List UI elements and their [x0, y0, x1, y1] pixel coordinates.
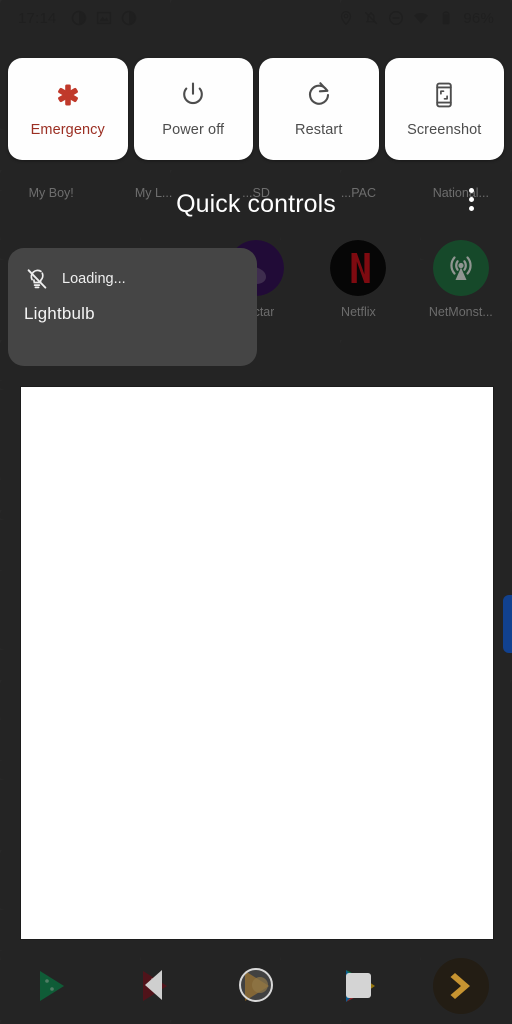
power-menu-actions: Emergency Power off Restart Screenshot: [8, 58, 504, 160]
status-bar: 17:14 96%: [0, 0, 512, 36]
home-app-netflix[interactable]: Netflix: [307, 240, 409, 350]
screenshot-icon: [429, 80, 459, 110]
emergency-button[interactable]: Emergency: [8, 58, 128, 160]
netflix-icon: [330, 240, 387, 296]
status-bar-left: 17:14: [18, 10, 137, 27]
recents-button[interactable]: [307, 972, 409, 998]
clock: 17:14: [18, 9, 57, 27]
app-notification-icon: [71, 10, 87, 26]
edge-scroll-indicator[interactable]: [503, 595, 512, 653]
status-bar-right: 96%: [338, 10, 494, 27]
quick-controls-header: Quick controls: [0, 182, 512, 226]
overflow-dot: [468, 187, 474, 193]
more-vertical-icon[interactable]: [459, 184, 483, 214]
power-icon: [178, 80, 208, 110]
control-tile-lightbulb[interactable]: Loading... Lightbulb: [8, 248, 257, 366]
lightbulb-off-icon: [24, 266, 50, 292]
quick-controls-title: Quick controls: [176, 189, 336, 218]
wifi-icon: [413, 10, 429, 26]
netmonster-icon: [432, 240, 489, 296]
power-off-button[interactable]: Power off: [133, 58, 253, 160]
screenshot-button[interactable]: Screenshot: [384, 58, 504, 160]
home-app-label: Netflix: [341, 305, 376, 319]
home-icon: [239, 968, 274, 1002]
restart-label: Restart: [295, 122, 343, 138]
location-icon: [338, 10, 354, 26]
power-off-label: Power off: [162, 122, 225, 138]
restart-icon: [304, 80, 334, 110]
home-button[interactable]: [205, 968, 307, 1002]
battery-icon: [438, 10, 454, 26]
battery-percent: 96%: [463, 9, 494, 27]
emergency-label: Emergency: [30, 122, 105, 138]
do-not-disturb-icon: [388, 10, 404, 26]
notifications-muted-icon: [363, 10, 379, 26]
recents-icon: [345, 972, 371, 998]
home-app-netmonster[interactable]: NetMonst...: [410, 240, 512, 350]
control-tile-status: Loading...: [62, 271, 126, 287]
overflow-dot: [468, 196, 474, 202]
control-tile-name: Lightbulb: [24, 304, 95, 323]
restart-button[interactable]: Restart: [259, 58, 379, 160]
overflow-dot: [468, 205, 474, 211]
control-tile-header: Loading...: [24, 266, 241, 292]
app-notification-icon-2: [121, 10, 137, 26]
screenshot-label: Screenshot: [407, 122, 482, 138]
star-of-life-icon: [53, 80, 83, 110]
back-icon: [145, 970, 163, 1000]
back-button[interactable]: [102, 970, 204, 1000]
content-pane: [20, 386, 494, 940]
navigation-bar: [0, 962, 512, 1008]
image-notification-icon: [96, 10, 112, 26]
home-app-label: NetMonst...: [428, 305, 493, 319]
